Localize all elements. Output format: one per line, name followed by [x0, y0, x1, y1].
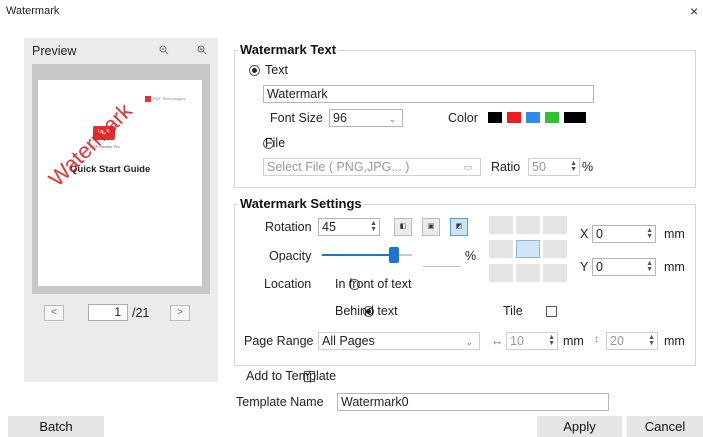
location-label: Location: [264, 277, 312, 291]
rotate-none-button[interactable]: ▣: [422, 218, 440, 236]
watermark-text-heading: Watermark Text: [238, 42, 339, 57]
next-page-button[interactable]: >: [170, 305, 190, 321]
opacity-unit: %: [465, 249, 477, 263]
position-bottom-right[interactable]: [543, 264, 567, 282]
ratio-label: Ratio: [491, 160, 521, 174]
y-offset-input[interactable]: 0 ▲ ▼: [592, 258, 656, 276]
vertical-spacing-icon: ↕: [594, 334, 599, 345]
color-swatch-red[interactable]: [507, 112, 521, 123]
tile-label: Tile: [503, 304, 523, 318]
page-total: /21: [132, 306, 150, 320]
position-bottom-left[interactable]: [489, 264, 513, 282]
folder-icon: ▭: [463, 162, 472, 172]
text-radio[interactable]: [249, 65, 260, 76]
color-label: Color: [448, 111, 478, 125]
position-center[interactable]: [516, 240, 540, 258]
zoom-in-icon[interactable]: [196, 45, 208, 57]
x-unit: mm: [664, 227, 685, 241]
position-top-right[interactable]: [543, 216, 567, 234]
color-swatch-green[interactable]: [545, 112, 559, 123]
x-label: X: [580, 227, 589, 241]
chevron-down-icon: ⌄: [388, 114, 396, 124]
apply-button[interactable]: Apply: [537, 416, 622, 437]
horizontal-spacing-icon: ↔: [491, 334, 504, 348]
spinner-icon[interactable]: ▲ ▼: [646, 260, 653, 273]
preview-label: Preview: [32, 44, 77, 58]
spinner-icon[interactable]: ▲ ▼: [548, 334, 555, 347]
color-swatch-custom[interactable]: [564, 112, 586, 123]
text-option-label: Text: [265, 63, 288, 77]
vertical-spacing-input[interactable]: 20 ▲ ▼: [606, 332, 658, 350]
batch-button[interactable]: Batch: [8, 416, 104, 437]
select-file-input[interactable]: Select File ( PNG,JPG... ) ▭: [263, 158, 481, 176]
document-title: Quick Start Guide: [70, 164, 151, 175]
spinner-icon[interactable]: ▲ ▼: [370, 220, 377, 233]
position-top-left[interactable]: [489, 216, 513, 234]
close-icon[interactable]: ×: [690, 3, 698, 19]
horizontal-spacing-unit: mm: [563, 334, 584, 348]
watermark-text-input[interactable]: Watermark: [263, 85, 594, 103]
position-bottom-center[interactable]: [516, 264, 540, 282]
rotate-left-button[interactable]: ◧: [394, 218, 412, 236]
rotate-diagonal-button[interactable]: ◩: [450, 218, 468, 236]
chevron-down-icon: ⌄: [465, 337, 473, 347]
zoom-out-icon[interactable]: [158, 45, 170, 57]
watermark-settings-heading: Watermark Settings: [238, 196, 364, 211]
position-top-center[interactable]: [516, 216, 540, 234]
tile-checkbox[interactable]: [546, 306, 558, 317]
spinner-icon[interactable]: ▲ ▼: [646, 227, 653, 240]
y-label: Y: [580, 260, 589, 274]
window-title: Watermark: [6, 5, 60, 17]
color-swatch-blue[interactable]: [526, 112, 540, 123]
rotation-input[interactable]: 45 ▲ ▼: [318, 218, 380, 236]
font-size-label: Font Size: [270, 111, 323, 125]
ratio-input[interactable]: 50 ▲ ▼: [528, 158, 580, 176]
horizontal-spacing-input[interactable]: 10 ▲ ▼: [506, 332, 558, 350]
spinner-icon[interactable]: ▲ ▼: [648, 334, 655, 347]
opacity-slider-fill: [322, 254, 394, 256]
y-unit: mm: [664, 260, 685, 274]
template-name-input[interactable]: Watermark0: [337, 393, 609, 411]
page-range-select[interactable]: All Pages ⌄: [318, 332, 480, 350]
behind-text-label: Behind text: [335, 304, 398, 318]
page-range-label: Page Range: [244, 334, 314, 348]
opacity-value-field[interactable]: [423, 266, 461, 267]
vertical-spacing-unit: mm: [664, 334, 685, 348]
title-bar: [0, 0, 703, 24]
x-offset-input[interactable]: 0 ▲ ▼: [592, 225, 656, 243]
document-logo: PDF Technologies: [145, 96, 189, 104]
opacity-label: Opacity: [269, 249, 312, 263]
font-size-select[interactable]: 96 ⌄: [329, 109, 403, 127]
cancel-button[interactable]: Cancel: [627, 416, 703, 437]
in-front-label: In front of text: [335, 277, 412, 291]
template-name-label: Template Name: [236, 395, 324, 409]
add-to-template-label: Add to Template: [246, 369, 337, 383]
color-swatch-black[interactable]: [488, 112, 502, 123]
position-middle-right[interactable]: [543, 240, 567, 258]
page-number-input[interactable]: 1: [88, 304, 128, 321]
prev-page-button[interactable]: <: [44, 305, 64, 321]
position-middle-left[interactable]: [489, 240, 513, 258]
spinner-icon[interactable]: ▲ ▼: [570, 160, 577, 173]
opacity-slider-thumb[interactable]: [389, 247, 399, 263]
file-option-label: File: [265, 136, 286, 150]
ratio-unit: %: [582, 160, 594, 174]
rotation-label: Rotation: [265, 220, 312, 234]
